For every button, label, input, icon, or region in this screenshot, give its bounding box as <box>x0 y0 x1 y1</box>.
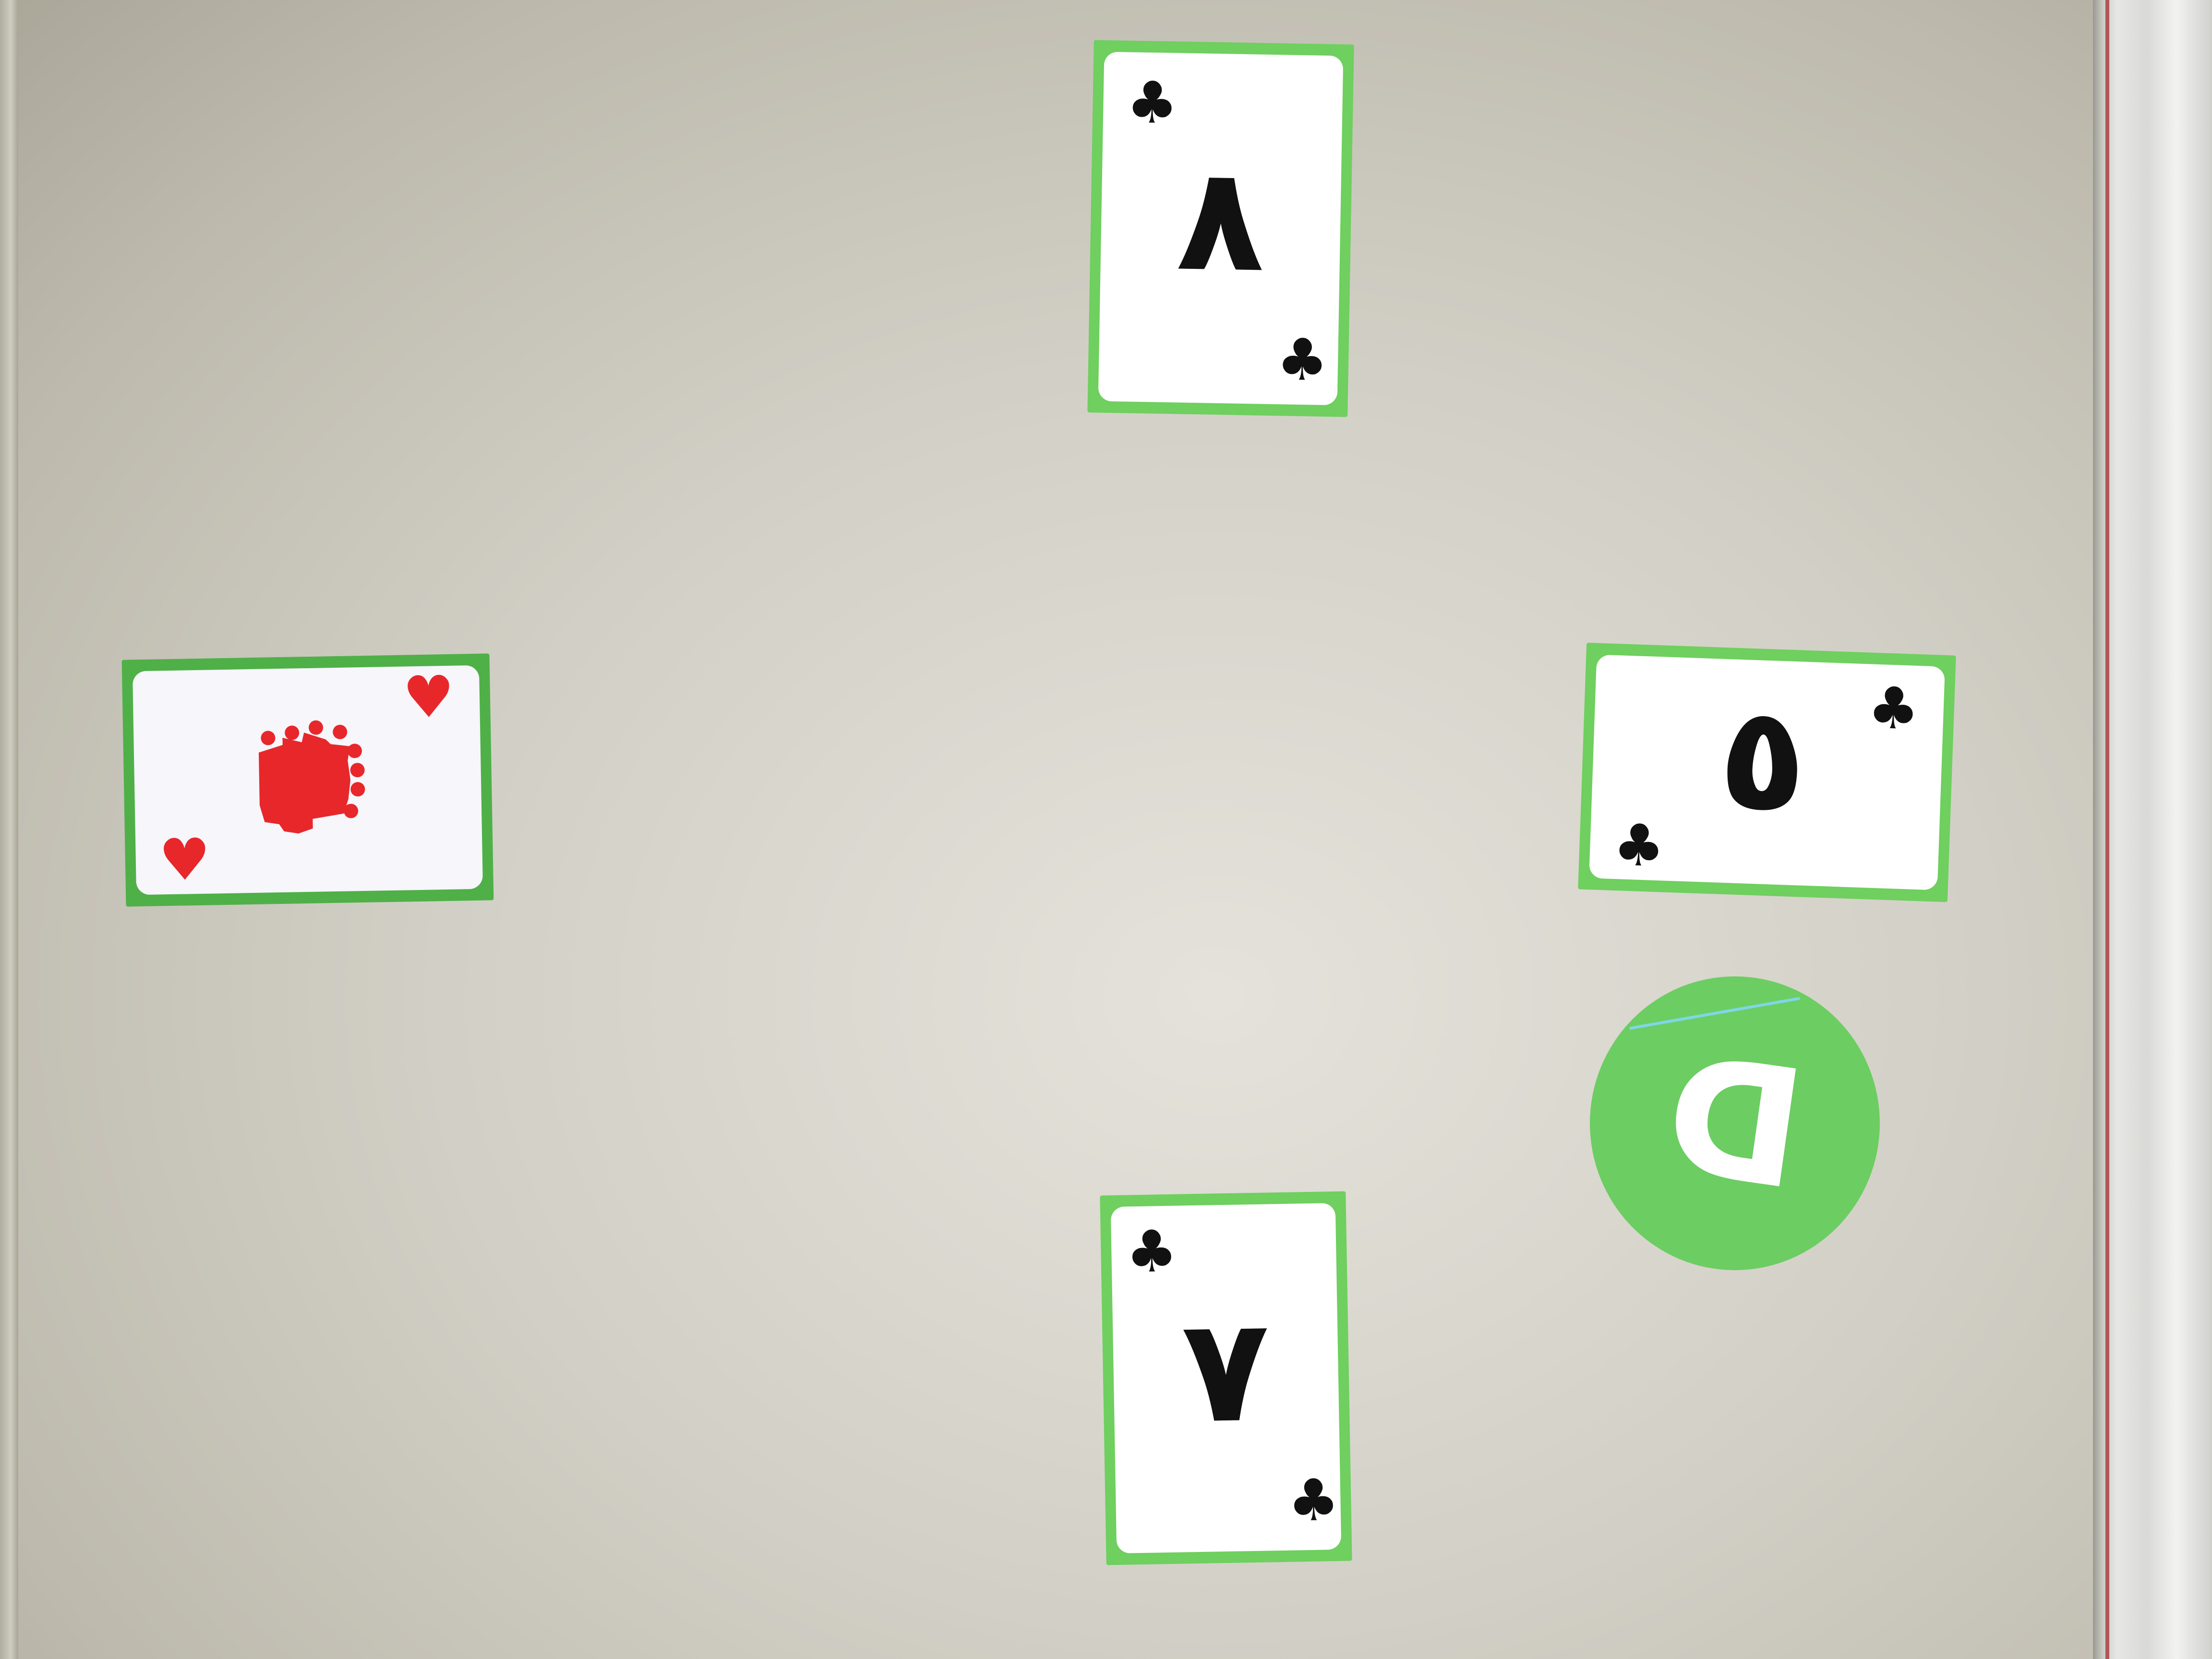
right-frame-edge <box>2093 0 2212 1659</box>
heart-icon: ♥ <box>402 663 455 732</box>
table-surface: ♣ ♣ ٨ ♥ ♥ ♣ ♣ ٥ ♣ ♣ ٧ D <box>0 0 2212 1659</box>
card-west[interactable]: ♥ ♥ <box>121 653 494 907</box>
club-icon: ♣ <box>1287 1467 1340 1535</box>
card-rank-glyph: ٧ <box>1180 1286 1272 1455</box>
club-icon: ♣ <box>1276 326 1329 394</box>
card-rank-glyph: ٥ <box>1716 673 1810 844</box>
heart-icon: ♥ <box>158 826 211 894</box>
card-south[interactable]: ♣ ♣ ٧ <box>1100 1191 1352 1565</box>
dealer-button[interactable]: D <box>1590 976 1880 1270</box>
club-icon: ♣ <box>1126 69 1179 137</box>
frame-trim <box>2105 0 2109 1659</box>
club-icon: ♣ <box>1612 811 1666 880</box>
dealer-button-label: D <box>1654 1020 1815 1227</box>
club-icon: ♣ <box>1866 674 1921 743</box>
club-icon: ♣ <box>1125 1218 1178 1286</box>
left-frame-edge <box>0 0 18 1659</box>
card-rank-glyph: ٨ <box>1175 135 1266 304</box>
card-east[interactable]: ♣ ♣ ٥ <box>1578 642 1956 902</box>
crown-icon <box>258 720 365 834</box>
card-north[interactable]: ♣ ♣ ٨ <box>1087 40 1354 417</box>
